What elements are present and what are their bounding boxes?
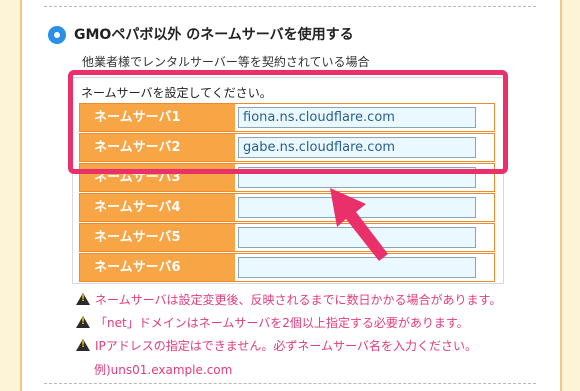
nameserver-label-4: ネームサーバ4 bbox=[80, 194, 235, 221]
nameserver-input-6[interactable] bbox=[238, 257, 476, 278]
nameserver-row-5: ネームサーバ5 bbox=[79, 223, 495, 252]
warning-icon bbox=[76, 316, 90, 328]
warning-line-1: ネームサーバは設定変更後、反映されるまでに数日かかる場合があります。 bbox=[76, 291, 501, 308]
warning-text-2: 「net」ドメインはネームサーバを2個以上指定する必要があります。 bbox=[95, 316, 469, 330]
option-description: 他業者様でレンタルサーバー等を契約されている場合 bbox=[82, 55, 370, 69]
option-label[interactable]: GMOペパボ以外 のネームサーバを使用する bbox=[74, 24, 354, 44]
other-nameserver-radio[interactable] bbox=[48, 26, 66, 44]
warning-text-1: ネームサーバは設定変更後、反映されるまでに数日かかる場合があります。 bbox=[95, 293, 502, 307]
bottom-divider bbox=[44, 383, 536, 384]
warning-icon bbox=[76, 293, 90, 305]
nameserver-input-4[interactable] bbox=[238, 197, 476, 218]
right-border bbox=[560, 0, 580, 391]
nameserver-label-6: ネームサーバ6 bbox=[80, 254, 235, 281]
warning-line-2: 「net」ドメインはネームサーバを2個以上指定する必要があります。 bbox=[76, 314, 469, 331]
left-border bbox=[0, 0, 22, 391]
example-text: 例)uns01.example.com bbox=[94, 363, 233, 377]
nameserver-input-5[interactable] bbox=[238, 227, 476, 248]
nameserver-row-6: ネームサーバ6 bbox=[79, 253, 495, 282]
warning-text-3: IPアドレスの指定はできません。必ずネームサーバ名を入力ください。 bbox=[95, 339, 477, 353]
top-divider bbox=[44, 6, 536, 7]
highlight-box bbox=[68, 70, 508, 174]
radio-selected-dot bbox=[54, 32, 60, 38]
warning-line-3: IPアドレスの指定はできません。必ずネームサーバ名を入力ください。 bbox=[76, 337, 477, 354]
nameserver-label-5: ネームサーバ5 bbox=[80, 224, 235, 251]
nameserver-row-4: ネームサーバ4 bbox=[79, 193, 495, 222]
warning-icon bbox=[76, 339, 90, 351]
